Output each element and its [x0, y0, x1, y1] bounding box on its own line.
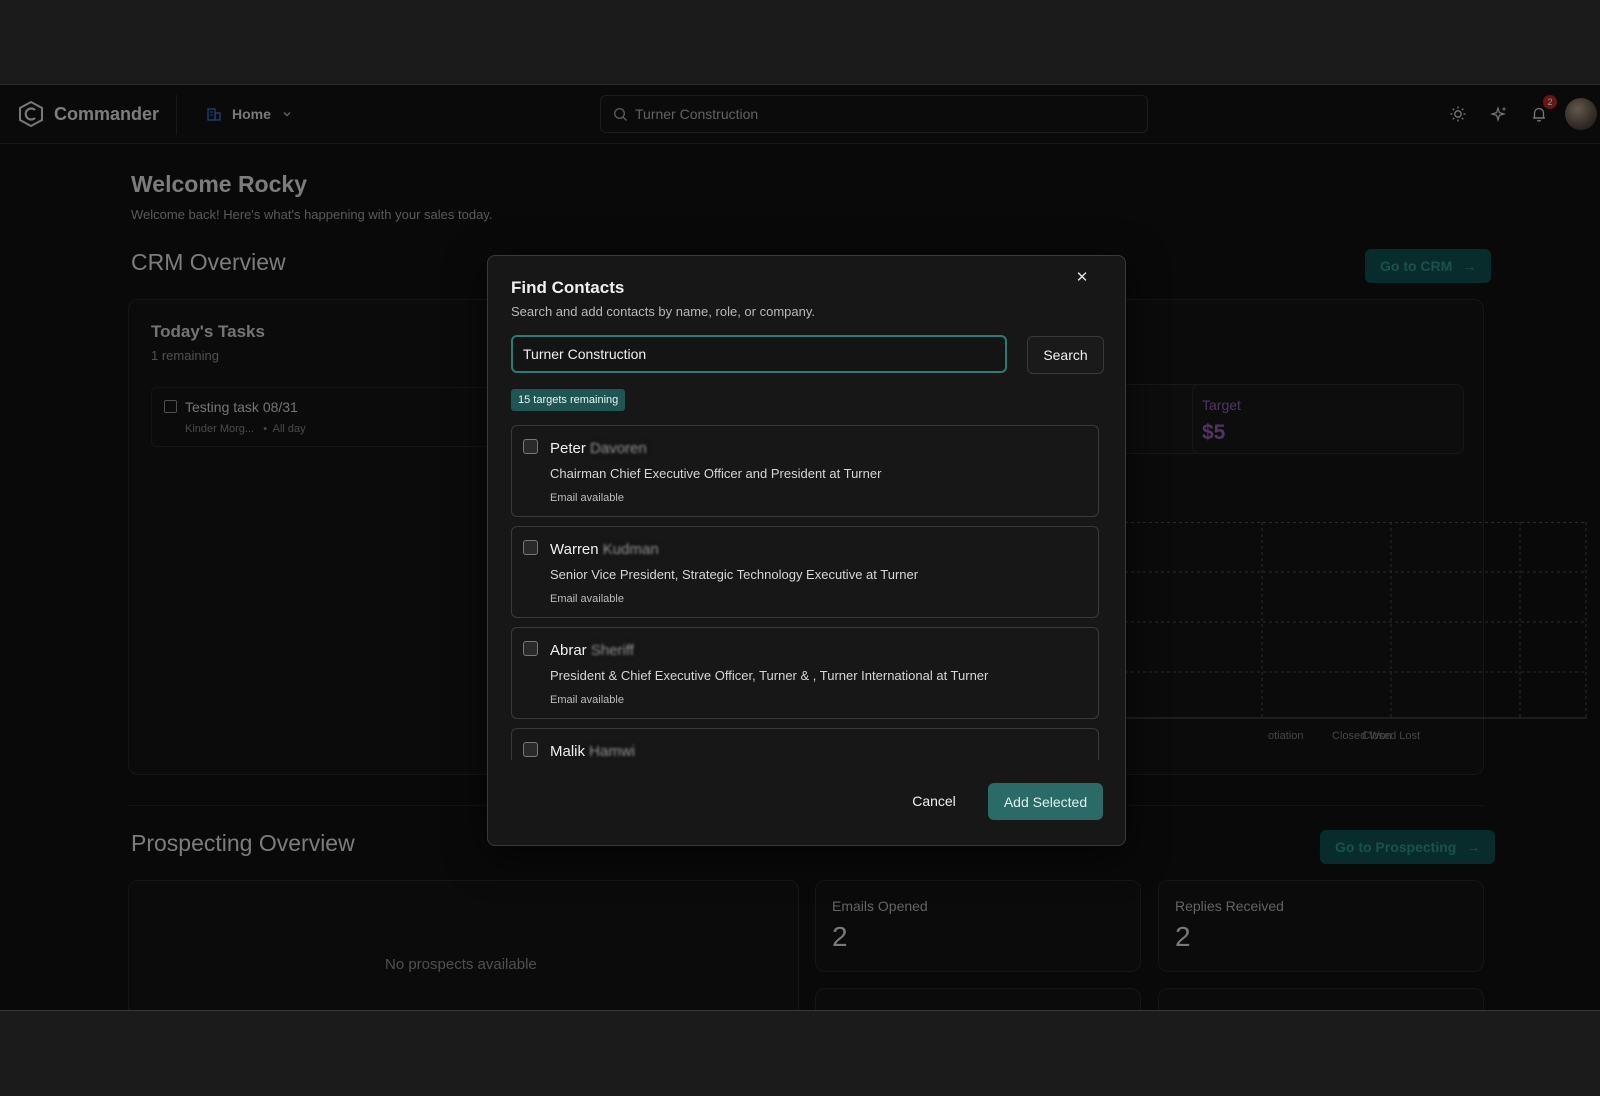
- contact-role: Senior Vice President, Strategic Technol…: [550, 567, 919, 582]
- contact-checkbox[interactable]: [523, 742, 538, 757]
- contact-first-name: Malik: [550, 743, 586, 760]
- contact-search-input[interactable]: [511, 335, 1007, 373]
- contact-results-list[interactable]: Peter Davoren Chairman Chief Executive O…: [511, 425, 1101, 760]
- contact-result-card[interactable]: Malik Hamwi: [511, 728, 1099, 760]
- contact-name: Abrar Sheriff: [550, 642, 634, 659]
- contact-result-card[interactable]: Peter Davoren Chairman Chief Executive O…: [511, 425, 1099, 517]
- close-icon[interactable]: ✕: [1074, 270, 1090, 286]
- find-contacts-modal: ✕ Find Contacts Search and add contacts …: [487, 255, 1126, 846]
- cancel-button[interactable]: Cancel: [897, 783, 971, 819]
- email-available-label: Email available: [550, 492, 624, 504]
- contact-name: Warren Kudman: [550, 541, 659, 558]
- email-available-label: Email available: [550, 694, 624, 706]
- contact-role: President & Chief Executive Officer, Tur…: [550, 668, 989, 683]
- top-strip: [0, 0, 1600, 84]
- targets-remaining-badge: 15 targets remaining: [511, 389, 626, 411]
- search-button[interactable]: Search: [1027, 336, 1104, 374]
- email-available-label: Email available: [550, 593, 624, 605]
- add-selected-button[interactable]: Add Selected: [988, 783, 1103, 820]
- contact-role: Chairman Chief Executive Officer and Pre…: [550, 466, 882, 481]
- contact-first-name: Peter: [550, 440, 586, 457]
- contact-name: Malik Hamwi: [550, 743, 635, 760]
- contact-first-name: Abrar: [550, 642, 587, 659]
- contact-checkbox[interactable]: [523, 439, 538, 454]
- app-window: Commander Home Turner Construction 2 Wel…: [0, 84, 1600, 1010]
- contact-last-name: Hamwi: [585, 743, 636, 760]
- contact-last-name: Kudman: [598, 541, 659, 558]
- contact-checkbox[interactable]: [523, 641, 538, 656]
- contact-first-name: Warren: [550, 541, 599, 558]
- contact-result-card[interactable]: Warren Kudman Senior Vice President, Str…: [511, 526, 1099, 618]
- contact-last-name: Davoren: [585, 440, 647, 457]
- contact-result-card[interactable]: Abrar Sheriff President & Chief Executiv…: [511, 627, 1099, 719]
- bottom-strip: [0, 1010, 1600, 1096]
- contact-checkbox[interactable]: [523, 540, 538, 555]
- modal-description: Search and add contacts by name, role, o…: [511, 304, 815, 319]
- contact-name: Peter Davoren: [550, 440, 647, 457]
- contact-last-name: Sheriff: [586, 642, 634, 659]
- modal-title: Find Contacts: [511, 278, 625, 297]
